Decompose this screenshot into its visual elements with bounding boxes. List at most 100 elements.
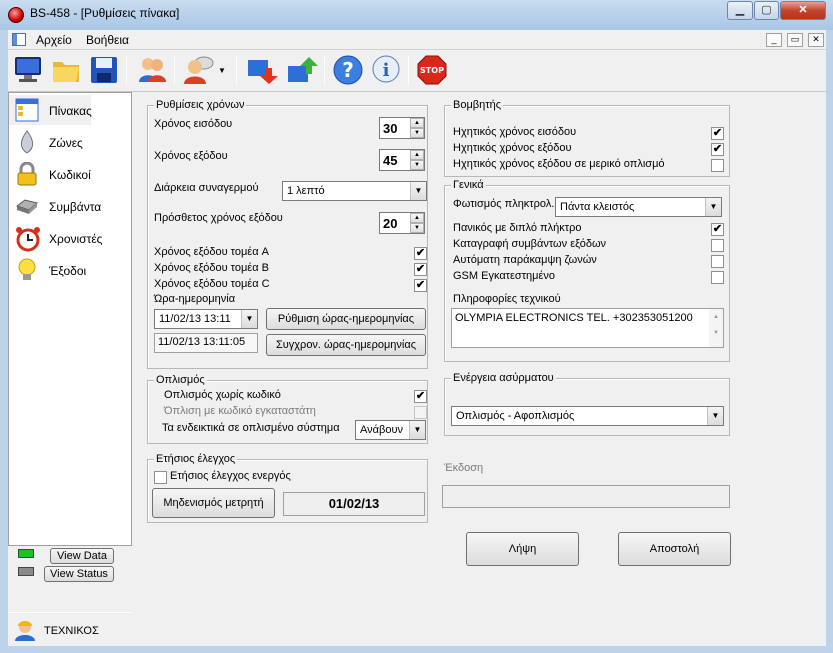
scrollbar[interactable]: ▲ ▼ — [709, 309, 723, 347]
wireless-action-select[interactable]: Οπλισμός - Αφοπλισμός ▼ — [451, 406, 724, 426]
stepper-up-icon[interactable]: ▲ — [410, 213, 424, 223]
timers-group: Ρυθμίσεις χρόνων Χρόνος εισόδου 30 ▲ ▼ Χρ… — [147, 99, 428, 369]
sidebar-item-panel[interactable]: Πίνακας — [9, 95, 92, 125]
sidebar-item-outputs[interactable]: Έξοδοι — [9, 255, 131, 285]
sync-datetime-button[interactable]: Συγχρον. ώρας-ημερομηνίας — [266, 334, 426, 356]
auto-bypass-checkbox[interactable] — [711, 255, 724, 268]
stepper-up-icon[interactable]: ▲ — [410, 150, 424, 160]
auto-bypass-label: Αυτόματη παράκαμψη ζωνών — [453, 254, 597, 266]
chevron-down-icon[interactable]: ▼ — [705, 198, 721, 216]
log-exit-label: Καταγραφή συμβάντων εξόδων — [453, 238, 607, 250]
sidebar-item-label: Ζώνες — [49, 136, 83, 150]
extra-exit-time-stepper[interactable]: 20 ▲ ▼ — [379, 212, 425, 234]
keypad-light-select[interactable]: Πάντα κλειστός ▼ — [555, 197, 722, 217]
stepper-up-icon[interactable]: ▲ — [410, 118, 424, 128]
svg-text:i: i — [383, 60, 390, 81]
timers-group-title: Ρυθμίσεις χρόνων — [154, 99, 247, 111]
help-icon[interactable]: ? — [332, 54, 364, 86]
maximize-button[interactable]: ▢ — [754, 1, 779, 20]
upload-icon[interactable] — [286, 54, 318, 86]
close-button[interactable]: ✕ — [780, 1, 826, 20]
user-label: ΤΕΧΝΙΚΟΣ — [44, 625, 99, 637]
stepper-down-icon[interactable]: ▼ — [410, 128, 424, 138]
stepper-down-icon[interactable]: ▼ — [410, 160, 424, 170]
monitor-icon[interactable] — [12, 54, 44, 86]
buzzer-exit-checkbox[interactable]: ✔ — [711, 143, 724, 156]
receive-button[interactable]: Λήψη — [466, 532, 579, 566]
version-label: Έκδοση — [444, 462, 484, 474]
sector-a-label: Χρόνος εξόδου τομέα A — [154, 246, 269, 258]
entry-time-stepper[interactable]: 30 ▲ ▼ — [379, 117, 425, 139]
chevron-down-icon[interactable]: ▼ — [707, 407, 723, 425]
arm-no-code-label: Οπλισμός χωρίς κωδικό — [164, 389, 281, 401]
buzzer-entry-checkbox[interactable]: ✔ — [711, 127, 724, 140]
set-datetime-button[interactable]: Ρύθμιση ώρας-ημερομηνίας — [266, 308, 426, 330]
extra-exit-time-value: 20 — [383, 216, 398, 231]
entry-time-value: 30 — [383, 121, 398, 136]
annual-check-checkbox[interactable] — [154, 471, 167, 484]
lightbulb-icon — [15, 258, 39, 282]
exit-time-stepper[interactable]: 45 ▲ ▼ — [379, 149, 425, 171]
exit-time-value: 45 — [383, 153, 398, 168]
view-status-button[interactable]: View Status — [44, 566, 114, 582]
alarm-duration-select[interactable]: 1 λεπτό ▼ — [282, 181, 427, 201]
buzzer-group-title: Βομβητής — [451, 99, 504, 111]
mdi-restore-button[interactable]: ▭ — [787, 33, 803, 47]
toolbar-separator — [324, 56, 325, 84]
toolbar-separator — [174, 56, 175, 84]
indicators-label: Τα ενδεικτικά σε οπλισμένο σύστημα — [162, 422, 340, 434]
arm-no-code-checkbox[interactable]: ✔ — [414, 390, 427, 403]
sidebar-item-zones[interactable]: Ζώνες — [9, 127, 131, 157]
minimize-button[interactable]: ▁ — [727, 1, 753, 20]
mdi-close-button[interactable]: ✕ — [808, 33, 824, 47]
sidebar-item-label: Έξοδοι — [49, 264, 87, 278]
sector-a-checkbox[interactable]: ✔ — [414, 247, 427, 260]
mdi-minimize-button[interactable]: _ — [766, 33, 782, 47]
indicators-select[interactable]: Ανάβουν ▼ — [355, 420, 426, 440]
annual-check-date: 01/02/13 — [283, 492, 425, 516]
folder-open-icon[interactable] — [50, 54, 82, 86]
download-icon[interactable] — [246, 54, 278, 86]
log-exit-checkbox[interactable] — [711, 239, 724, 252]
zones-icon — [15, 130, 39, 154]
keypad-light-label: Φωτισμός πληκτρολ. — [453, 198, 555, 210]
stop-icon[interactable]: STOP — [416, 54, 448, 86]
buzzer-group: Βομβητής Ηχητικός χρόνος εισόδου ✔ Ηχητι… — [444, 99, 730, 177]
user-dropdown-icon[interactable] — [182, 54, 214, 86]
sidebar-item-events[interactable]: Συμβάντα — [9, 191, 131, 221]
tech-info-textarea[interactable]: OLYMPIA ELECTRONICS TEL. +302353051200 ▲… — [451, 308, 724, 348]
arming-group-title: Οπλισμός — [154, 374, 207, 386]
sector-c-checkbox[interactable]: ✔ — [414, 279, 427, 292]
buzzer-entry-label: Ηχητικός χρόνος εισόδου — [453, 126, 577, 138]
sidebar-item-codes[interactable]: Κωδικοί — [9, 159, 131, 189]
send-button[interactable]: Αποστολή — [618, 532, 731, 566]
general-group: Γενικά Φωτισμός πληκτρολ. Πάντα κλειστός… — [444, 179, 730, 362]
gsm-checkbox[interactable] — [711, 271, 724, 284]
chevron-down-icon[interactable]: ▼ — [409, 421, 425, 439]
document-icon — [12, 33, 26, 46]
menu-help[interactable]: Βοήθεια — [86, 33, 129, 47]
users-icon[interactable] — [136, 54, 168, 86]
alarm-duration-label: Διάρκεια συναγερμού — [154, 182, 259, 194]
chevron-down-icon[interactable]: ▼ — [410, 182, 426, 200]
info-icon[interactable]: i — [370, 54, 402, 86]
sidebar-item-timers[interactable]: Χρονιστές — [9, 223, 131, 253]
datetime-picker[interactable]: 11/02/13 13:11 ▼ — [154, 309, 258, 329]
window-title: BS-458 - [Ρυθμίσεις πίνακα] — [30, 6, 180, 20]
buzzer-exit-label: Ηχητικός χρόνος εξόδου — [453, 142, 572, 154]
chevron-down-icon[interactable]: ▼ — [218, 66, 226, 75]
arm-installer-code-label: Όπλιση με κωδικό εγκαταστάτη — [164, 405, 316, 417]
sector-b-checkbox[interactable]: ✔ — [414, 263, 427, 276]
annual-check-group: Ετήσιος έλεγχος Ετήσιος έλεγχος ενεργός … — [147, 453, 428, 523]
stepper-down-icon[interactable]: ▼ — [410, 223, 424, 233]
sidebar-item-label: Κωδικοί — [49, 168, 91, 182]
wireless-group-title: Ενέργεια ασύρματου — [451, 372, 556, 384]
view-data-button[interactable]: View Data — [50, 548, 114, 564]
save-icon[interactable] — [88, 54, 120, 86]
reset-counter-button[interactable]: Μηδενισμός μετρητή — [152, 488, 275, 518]
panic-checkbox[interactable]: ✔ — [711, 223, 724, 236]
chevron-down-icon[interactable]: ▼ — [241, 310, 257, 328]
menu-file[interactable]: Αρχείο — [36, 33, 72, 47]
buzzer-exit-partial-checkbox[interactable] — [711, 159, 724, 172]
status-indicator — [18, 567, 34, 576]
